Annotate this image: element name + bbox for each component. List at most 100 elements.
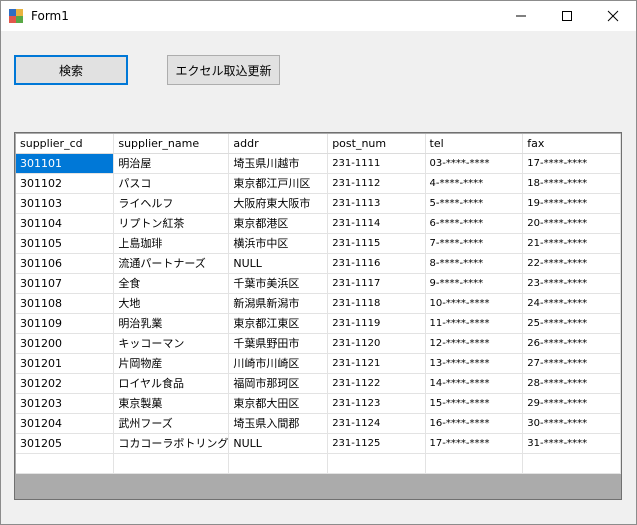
table-row[interactable]: 301103 ライヘルフ 大阪府東大阪市 231-1113 5-****-**** 19-… — [16, 193, 621, 214]
cell-supplier-name[interactable]: 大地 — [113, 293, 230, 314]
cell-supplier-cd[interactable]: 301200 — [16, 333, 115, 354]
cell-post-num[interactable]: 231-1119 — [327, 313, 426, 334]
cell-post-num[interactable]: 231-1114 — [327, 213, 426, 234]
cell-addr[interactable]: 埼玉県入間郡 — [228, 413, 329, 434]
cell-supplier-cd[interactable]: 301205 — [16, 433, 115, 454]
column-header-supplier-name[interactable]: supplier_name — [113, 134, 230, 154]
cell-tel[interactable]: 14-****-**** — [425, 373, 524, 394]
cell-tel[interactable]: 13-****-**** — [425, 353, 524, 374]
cell-tel[interactable]: 11-****-**** — [425, 313, 524, 334]
cell-post-num[interactable]: 231-1123 — [327, 393, 426, 414]
cell-post-num[interactable]: 231-1115 — [327, 233, 426, 254]
cell-addr[interactable]: 新潟県新潟市 — [228, 293, 329, 314]
cell-post-num[interactable]: 231-1125 — [327, 433, 426, 454]
new-row-cell[interactable] — [113, 453, 230, 474]
cell-supplier-cd[interactable]: 301203 — [16, 393, 115, 414]
cell-addr[interactable]: NULL — [228, 253, 329, 274]
cell-addr[interactable]: 東京都港区 — [228, 213, 329, 234]
table-row[interactable]: 301107 全食 千葉市美浜区 231-1117 9-****-**** 23-****… — [16, 273, 621, 294]
cell-post-num[interactable]: 231-1122 — [327, 373, 426, 394]
cell-supplier-name[interactable]: 全食 — [113, 273, 230, 294]
cell-supplier-name[interactable]: リプトン紅茶 — [113, 213, 230, 234]
cell-supplier-cd[interactable]: 301105 — [16, 233, 115, 254]
cell-addr[interactable]: 埼玉県川越市 — [228, 153, 329, 174]
form-app-icon[interactable] — [9, 9, 23, 23]
cell-addr[interactable]: 横浜市中区 — [228, 233, 329, 254]
cell-supplier-name[interactable]: キッコーマン — [113, 333, 230, 354]
table-row[interactable]: 301102 パスコ 東京都江戸川区 231-1112 4-****-**** 18-**… — [16, 173, 621, 194]
supplier-data-grid[interactable]: supplier_cd supplier_name addr post_num tel f… — [14, 132, 622, 500]
cell-fax[interactable]: 30-****-**** — [522, 413, 621, 434]
cell-fax[interactable]: 26-****-**** — [522, 333, 621, 354]
cell-addr[interactable]: 千葉県野田市 — [228, 333, 329, 354]
cell-supplier-cd[interactable]: 301109 — [16, 313, 115, 334]
cell-tel[interactable]: 6-****-**** — [425, 213, 524, 234]
column-header-addr[interactable]: addr — [228, 134, 329, 154]
cell-supplier-name[interactable]: ロイヤル食品 — [113, 373, 230, 394]
cell-fax[interactable]: 23-****-**** — [522, 273, 621, 294]
table-row[interactable]: 301202 ロイヤル食品 福岡市那珂区 231-1122 14-****-**** 28… — [16, 373, 621, 394]
cell-fax[interactable]: 24-****-**** — [522, 293, 621, 314]
table-row[interactable]: 301109 明治乳業 東京都江東区 231-1119 11-****-**** 25-*… — [16, 313, 621, 334]
cell-tel[interactable]: 12-****-**** — [425, 333, 524, 354]
cell-addr[interactable]: 大阪府東大阪市 — [228, 193, 329, 214]
cell-post-num[interactable]: 231-1112 — [327, 173, 426, 194]
cell-supplier-cd[interactable]: 301102 — [16, 173, 115, 194]
table-row[interactable]: 301205 コカコーラボトリング NULL 231-1125 17-****-****… — [16, 433, 621, 454]
cell-fax[interactable]: 27-****-**** — [522, 353, 621, 374]
new-row-cell[interactable] — [522, 453, 621, 474]
column-header-supplier-cd[interactable]: supplier_cd — [16, 134, 115, 154]
new-row-cell[interactable] — [425, 453, 524, 474]
cell-addr[interactable]: 東京都江戸川区 — [228, 173, 329, 194]
cell-fax[interactable]: 22-****-**** — [522, 253, 621, 274]
cell-post-num[interactable]: 231-1111 — [327, 153, 426, 174]
cell-supplier-cd[interactable]: 301202 — [16, 373, 115, 394]
table-row[interactable]: 301200 キッコーマン 千葉県野田市 231-1120 12-****-**** 26… — [16, 333, 621, 354]
search-button[interactable]: 検索 — [14, 55, 128, 85]
cell-supplier-cd[interactable]: 301108 — [16, 293, 115, 314]
new-row-cell[interactable] — [16, 453, 115, 474]
cell-fax[interactable]: 25-****-**** — [522, 313, 621, 334]
table-row[interactable]: 301101 明治屋 埼玉県川越市 231-1111 03-****-**** 17-**… — [16, 153, 621, 174]
cell-tel[interactable]: 5-****-**** — [425, 193, 524, 214]
new-row[interactable] — [16, 453, 621, 474]
cell-fax[interactable]: 28-****-**** — [522, 373, 621, 394]
cell-fax[interactable]: 31-****-**** — [522, 433, 621, 454]
cell-tel[interactable]: 8-****-**** — [425, 253, 524, 274]
cell-supplier-name[interactable]: 上島珈琲 — [113, 233, 230, 254]
cell-fax[interactable]: 20-****-**** — [522, 213, 621, 234]
column-header-tel[interactable]: tel — [425, 134, 524, 154]
cell-tel[interactable]: 10-****-**** — [425, 293, 524, 314]
cell-supplier-cd[interactable]: 301106 — [16, 253, 115, 274]
column-header-fax[interactable]: fax — [522, 134, 621, 154]
cell-supplier-name[interactable]: パスコ — [113, 173, 230, 194]
cell-supplier-cd[interactable]: 301107 — [16, 273, 115, 294]
cell-post-num[interactable]: 231-1121 — [327, 353, 426, 374]
cell-addr[interactable]: NULL — [228, 433, 329, 454]
cell-supplier-name[interactable]: ライヘルフ — [113, 193, 230, 214]
cell-tel[interactable]: 4-****-**** — [425, 173, 524, 194]
cell-tel[interactable]: 15-****-**** — [425, 393, 524, 414]
cell-supplier-name[interactable]: 流通パートナーズ — [113, 253, 230, 274]
cell-supplier-name[interactable]: 明治乳業 — [113, 313, 230, 334]
cell-addr[interactable]: 東京都大田区 — [228, 393, 329, 414]
minimize-button[interactable] — [498, 1, 544, 31]
cell-fax[interactable]: 29-****-**** — [522, 393, 621, 414]
cell-supplier-name[interactable]: 東京製菓 — [113, 393, 230, 414]
cell-supplier-cd[interactable]: 301104 — [16, 213, 115, 234]
excel-import-update-button[interactable]: エクセル取込更新 — [167, 55, 280, 85]
cell-supplier-name[interactable]: 武州フーズ — [113, 413, 230, 434]
cell-post-num[interactable]: 231-1113 — [327, 193, 426, 214]
table-row[interactable]: 301203 東京製菓 東京都大田区 231-1123 15-****-**** 29-*… — [16, 393, 621, 414]
title-bar[interactable]: Form1 — [1, 1, 636, 31]
table-row[interactable]: 301204 武州フーズ 埼玉県入間郡 231-1124 16-****-**** 30-… — [16, 413, 621, 434]
cell-tel[interactable]: 17-****-**** — [425, 433, 524, 454]
cell-post-num[interactable]: 231-1118 — [327, 293, 426, 314]
cell-supplier-cd[interactable]: 301204 — [16, 413, 115, 434]
new-row-cell[interactable] — [228, 453, 329, 474]
cell-fax[interactable]: 21-****-**** — [522, 233, 621, 254]
table-row[interactable]: 301104 リプトン紅茶 東京都港区 231-1114 6-****-**** 20-*… — [16, 213, 621, 234]
cell-post-num[interactable]: 231-1120 — [327, 333, 426, 354]
cell-supplier-name[interactable]: 明治屋 — [113, 153, 230, 174]
cell-supplier-cd[interactable]: 301101 — [16, 153, 115, 174]
